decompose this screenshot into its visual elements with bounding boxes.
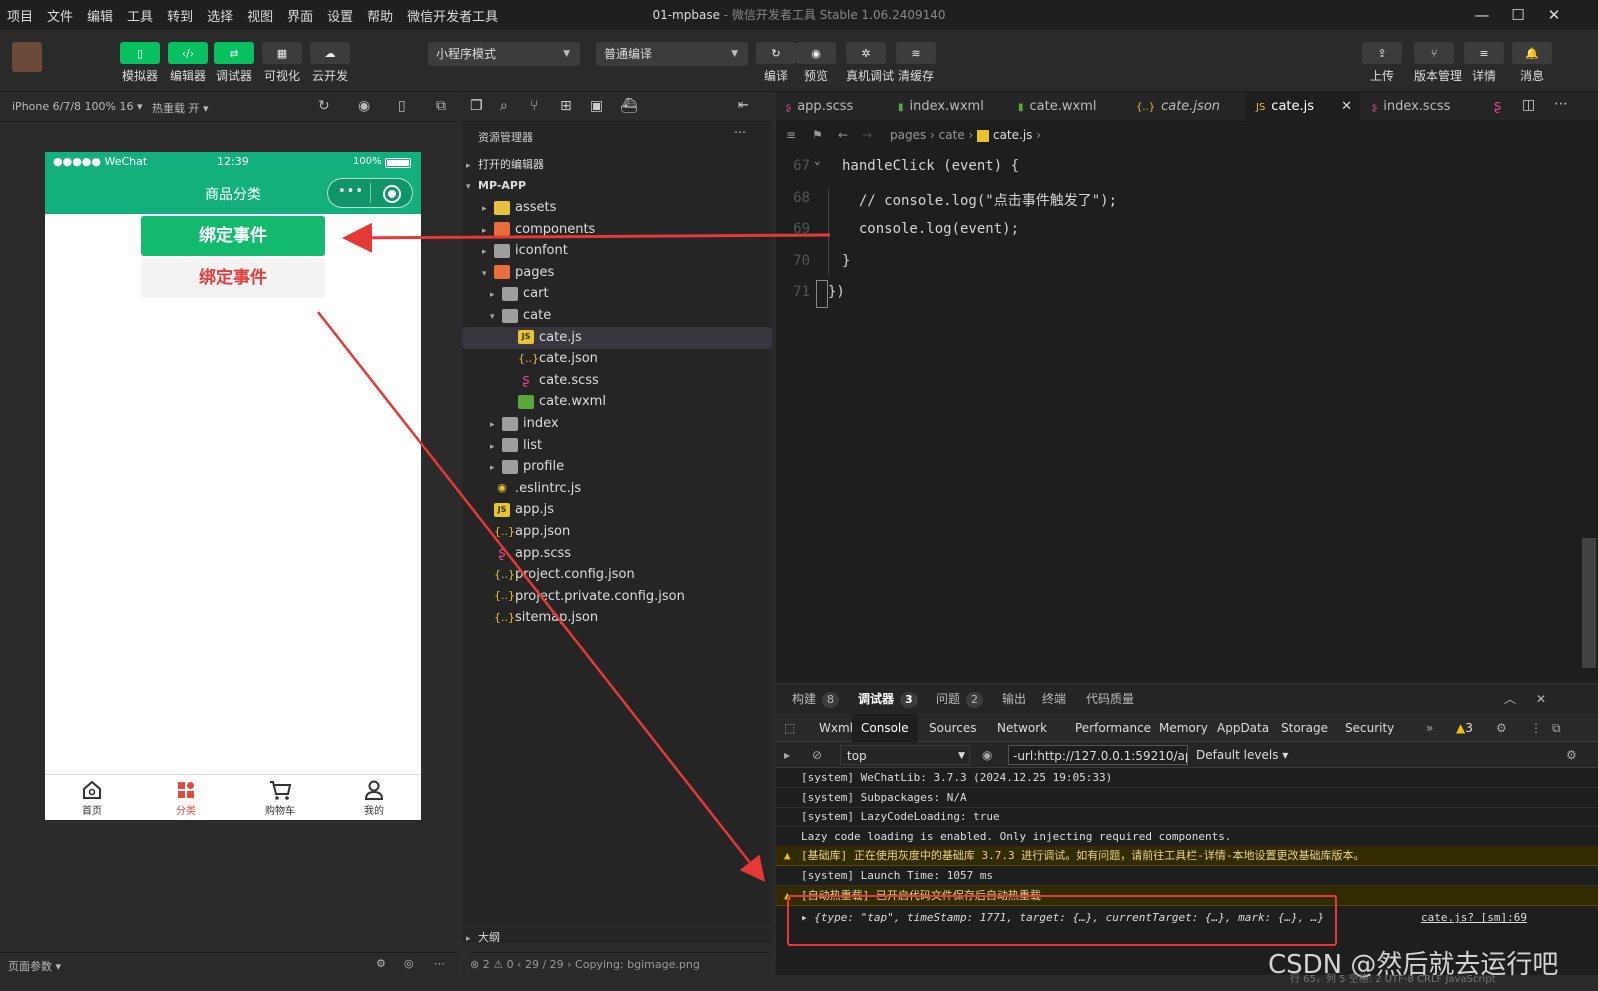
arrow-to-button [342, 222, 831, 253]
highlight-box [787, 895, 1337, 946]
annotation-overlay [317, 222, 831, 882]
editor-statusbar: 行 65，列 5 空格: 2 UTF-8 CRLF JavaScript [1290, 974, 1496, 985]
arrow-to-console [317, 311, 766, 882]
